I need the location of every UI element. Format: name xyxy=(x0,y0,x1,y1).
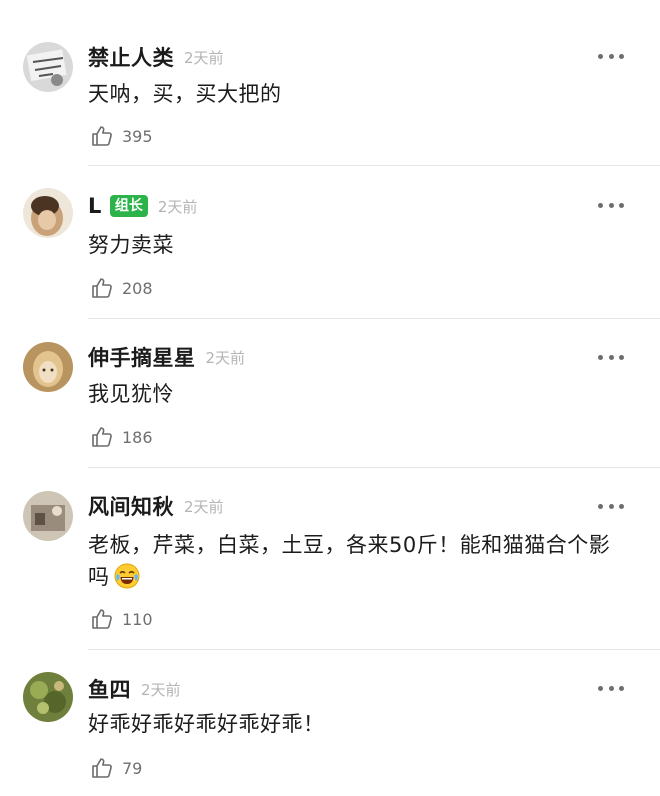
comment-item: 鱼四 2天前 好乖好乖好乖好乖好乖！ 79 xyxy=(0,650,660,796)
timestamp: 2天前 xyxy=(184,497,224,516)
comment-item: 伸手摘星星 2天前 我见犹怜 186 xyxy=(0,318,660,468)
thumbs-up-icon xyxy=(92,126,112,146)
like-button[interactable]: 208 xyxy=(90,276,153,300)
comment-list: 禁止人类 2天前 天呐，买，买大把的 395 L 组长 2天前 努力卖菜 208… xyxy=(0,0,660,796)
avatar[interactable] xyxy=(23,672,73,722)
thumbs-up-icon xyxy=(92,427,112,447)
like-count: 208 xyxy=(122,278,153,298)
comment-text: 我见犹怜 xyxy=(88,382,174,406)
comment-item: 风间知秋 2天前 老板，芹菜，白菜，土豆，各来50斤！能和猫猫合个影吗 110 xyxy=(0,467,660,650)
avatar[interactable] xyxy=(23,42,73,92)
group-leader-badge: 组长 xyxy=(109,195,148,217)
username[interactable]: L xyxy=(88,194,102,218)
like-count: 186 xyxy=(122,427,153,447)
thumbs-up-icon xyxy=(92,758,112,778)
like-count: 110 xyxy=(122,609,153,629)
username[interactable]: 鱼四 xyxy=(88,674,131,704)
comment-text: 天呐，买，买大把的 xyxy=(88,82,282,106)
avatar[interactable] xyxy=(23,491,73,541)
comment-text: 努力卖菜 xyxy=(88,233,174,257)
more-dots-icon[interactable] xyxy=(598,350,624,364)
like-button[interactable]: 110 xyxy=(90,607,153,631)
more-dots-icon[interactable] xyxy=(598,198,624,212)
comment-header: 伸手摘星星 2天前 xyxy=(88,340,245,374)
comment-header: 禁止人类 2天前 xyxy=(88,40,224,74)
like-count: 395 xyxy=(122,126,153,146)
timestamp: 2天前 xyxy=(157,197,198,216)
timestamp: 2天前 xyxy=(141,680,181,699)
more-dots-icon[interactable] xyxy=(598,499,624,513)
username[interactable]: 禁止人类 xyxy=(88,42,174,72)
comment-text: 老板，芹菜，白菜，土豆，各来50斤！能和猫猫合个影吗 xyxy=(88,529,630,593)
comment-header: 鱼四 2天前 xyxy=(88,672,181,706)
thumbs-up-icon xyxy=(92,278,112,298)
username[interactable]: 风间知秋 xyxy=(88,491,174,521)
comment-text-body: 老板，芹菜，白菜，土豆，各来50斤！能和猫猫合个影吗 xyxy=(88,533,611,589)
like-button[interactable]: 79 xyxy=(90,756,142,780)
like-button[interactable]: 395 xyxy=(90,124,153,148)
timestamp: 2天前 xyxy=(184,48,224,67)
like-count: 79 xyxy=(122,758,143,778)
more-dots-icon[interactable] xyxy=(598,49,624,63)
more-dots-icon[interactable] xyxy=(598,681,624,695)
comment-item: 禁止人类 2天前 天呐，买，买大把的 395 xyxy=(0,0,660,166)
laughing-crying-emoji-icon xyxy=(114,563,139,589)
username[interactable]: 伸手摘星星 xyxy=(88,342,196,372)
comment-text: 好乖好乖好乖好乖好乖！ xyxy=(88,712,325,736)
like-button[interactable]: 186 xyxy=(90,425,153,449)
comment-header: L 组长 2天前 xyxy=(88,189,197,223)
avatar[interactable] xyxy=(23,188,73,238)
comment-header: 风间知秋 2天前 xyxy=(88,489,224,523)
thumbs-up-icon xyxy=(92,609,112,629)
avatar[interactable] xyxy=(23,342,73,392)
timestamp: 2天前 xyxy=(205,348,246,367)
comment-item: L 组长 2天前 努力卖菜 208 xyxy=(0,152,660,320)
